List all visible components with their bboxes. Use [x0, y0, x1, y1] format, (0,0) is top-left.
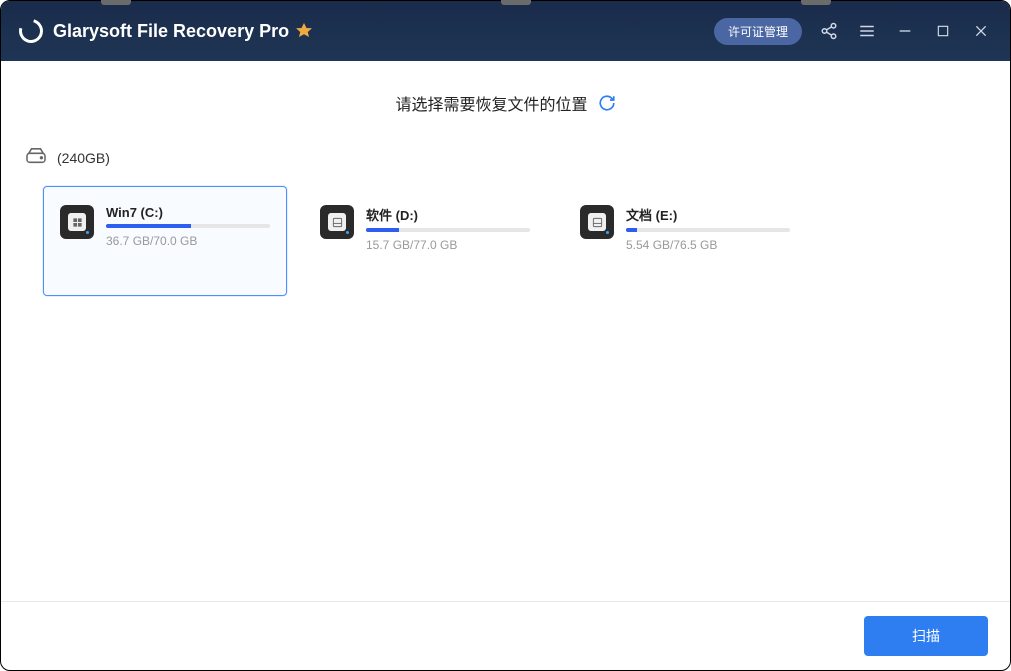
app-title: Glarysoft File Recovery Pro: [53, 21, 312, 42]
page-prompt: 请选择需要恢复文件的位置: [23, 91, 988, 115]
hard-drive-icon: [25, 147, 47, 168]
footer: 扫描: [1, 601, 1010, 670]
drive-card-d[interactable]: 软件 (D:) 15.7 GB/77.0 GB: [303, 186, 547, 296]
drive-grid: Win7 (C:) 36.7 GB/70.0 GB 软件 (D:) 15.7 GB/7…: [23, 186, 988, 296]
drive-name: Win7 (C:): [106, 205, 270, 220]
menu-icon[interactable]: [856, 20, 878, 42]
drive-name: 软件 (D:): [366, 205, 530, 224]
refresh-icon[interactable]: [598, 94, 616, 112]
pro-badge-icon: [296, 23, 312, 37]
title-bar: Glarysoft File Recovery Pro 许可证管理: [1, 1, 1010, 61]
share-icon[interactable]: [818, 20, 840, 42]
drive-card-e[interactable]: 文档 (E:) 5.54 GB/76.5 GB: [563, 186, 807, 296]
minimize-icon[interactable]: [894, 20, 916, 42]
drive-icon: [580, 205, 614, 239]
drives-section-header: (240GB): [23, 147, 988, 168]
app-logo-icon: [15, 15, 48, 48]
drive-usage-text: 5.54 GB/76.5 GB: [626, 238, 790, 252]
drive-icon: [320, 205, 354, 239]
close-icon[interactable]: [970, 20, 992, 42]
drive-icon: [60, 205, 94, 239]
drive-usage-bar: [626, 228, 790, 232]
drive-usage-text: 15.7 GB/77.0 GB: [366, 238, 530, 252]
drive-usage-text: 36.7 GB/70.0 GB: [106, 234, 270, 248]
maximize-icon[interactable]: [932, 20, 954, 42]
drive-card-c[interactable]: Win7 (C:) 36.7 GB/70.0 GB: [43, 186, 287, 296]
drive-name: 文档 (E:): [626, 205, 790, 224]
drive-usage-bar: [366, 228, 530, 232]
license-management-button[interactable]: 许可证管理: [714, 18, 802, 45]
drives-total-size: (240GB): [57, 150, 110, 166]
drive-usage-bar: [106, 224, 270, 228]
scan-button[interactable]: 扫描: [864, 616, 988, 656]
